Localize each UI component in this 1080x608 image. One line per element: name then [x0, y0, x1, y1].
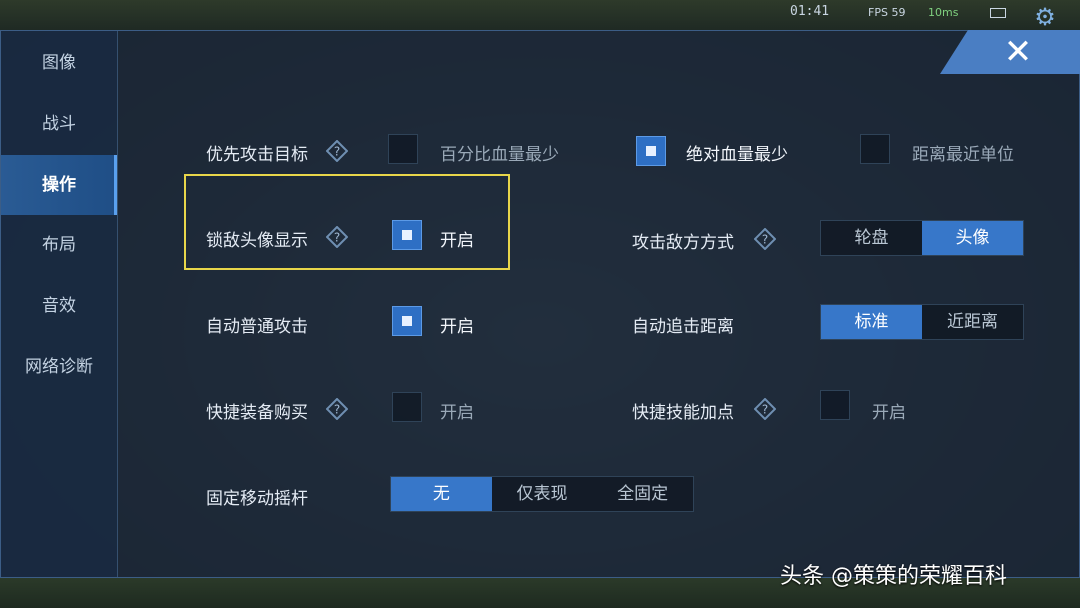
- percent-hp-checkbox[interactable]: [388, 134, 418, 164]
- attack-mode-avatar[interactable]: 头像: [922, 221, 1023, 255]
- nearest-unit-checkbox[interactable]: [860, 134, 890, 164]
- quick-buy-equipment-option[interactable]: 开启: [440, 398, 474, 423]
- svg-text:?: ?: [762, 403, 768, 417]
- quick-skill-upgrade-checkbox[interactable]: [820, 390, 850, 420]
- joystick-full-fixed[interactable]: 全固定: [592, 477, 693, 511]
- percent-hp-option[interactable]: 百分比血量最少: [440, 140, 559, 165]
- svg-text:?: ?: [334, 403, 340, 417]
- svg-text:?: ?: [334, 145, 340, 159]
- game-hud-top: [0, 0, 1080, 30]
- ping-indicator: 10ms: [928, 6, 959, 19]
- sidebar-item-combat[interactable]: 战斗: [1, 94, 117, 154]
- highlight-frame: [184, 174, 510, 270]
- help-icon[interactable]: ?: [753, 397, 777, 421]
- help-icon[interactable]: ?: [325, 397, 349, 421]
- quick-skill-upgrade-label: 快捷技能加点: [632, 403, 734, 423]
- target-priority-label: 优先攻击目标: [206, 145, 308, 165]
- battery-icon: [990, 8, 1006, 18]
- close-tab[interactable]: ✕: [940, 30, 1080, 74]
- quick-buy-equipment-checkbox[interactable]: [392, 392, 422, 422]
- joystick-none[interactable]: 无: [391, 477, 492, 511]
- attack-enemy-mode-toggle[interactable]: 轮盘 头像: [820, 220, 1024, 256]
- sidebar-item-controls[interactable]: 操作: [1, 155, 117, 215]
- attack-enemy-mode-label: 攻击敌方方式: [632, 233, 734, 253]
- auto-normal-attack-checkbox[interactable]: [392, 306, 422, 336]
- fps-indicator: FPS 59: [868, 6, 906, 19]
- fixed-joystick-toggle[interactable]: 无 仅表现 全固定: [390, 476, 694, 512]
- auto-normal-attack-label: 自动普通攻击: [206, 317, 308, 337]
- match-timer: 01:41: [790, 4, 830, 19]
- gear-icon[interactable]: ⚙: [1032, 4, 1058, 30]
- fixed-joystick-label: 固定移动摇杆: [206, 489, 308, 509]
- joystick-visual-only[interactable]: 仅表现: [492, 477, 593, 511]
- attack-mode-wheel[interactable]: 轮盘: [821, 221, 922, 255]
- settings-sidebar: 图像 战斗 操作 布局 音效 网络诊断: [1, 31, 118, 577]
- lock-enemy-avatar-option[interactable]: 开启: [440, 226, 474, 251]
- auto-normal-attack-option[interactable]: 开启: [440, 312, 474, 337]
- chase-close[interactable]: 近距离: [922, 305, 1023, 339]
- help-icon[interactable]: ?: [325, 139, 349, 163]
- svg-text:?: ?: [762, 233, 768, 247]
- nearest-unit-option[interactable]: 距离最近单位: [912, 140, 1014, 165]
- auto-chase-distance-label: 自动追击距离: [632, 317, 734, 337]
- sidebar-item-layout[interactable]: 布局: [1, 215, 117, 275]
- sidebar-item-audio[interactable]: 音效: [1, 276, 117, 336]
- sidebar-item-network[interactable]: 网络诊断: [1, 337, 117, 397]
- absolute-hp-option[interactable]: 绝对血量最少: [686, 140, 788, 165]
- lock-enemy-avatar-checkbox[interactable]: [392, 220, 422, 250]
- chase-standard[interactable]: 标准: [821, 305, 922, 339]
- auto-chase-distance-toggle[interactable]: 标准 近距离: [820, 304, 1024, 340]
- svg-text:?: ?: [334, 231, 340, 245]
- quick-buy-equipment-label: 快捷装备购买: [206, 403, 308, 423]
- sidebar-item-image[interactable]: 图像: [1, 33, 117, 93]
- quick-skill-upgrade-option[interactable]: 开启: [872, 398, 906, 423]
- absolute-hp-checkbox[interactable]: [636, 136, 666, 166]
- help-icon[interactable]: ?: [325, 225, 349, 249]
- help-icon[interactable]: ?: [753, 227, 777, 251]
- close-icon[interactable]: ✕: [998, 30, 1038, 74]
- watermark-text: 头条 @策策的荣耀百科: [780, 564, 1007, 589]
- lock-enemy-avatar-label: 锁敌头像显示: [206, 231, 308, 251]
